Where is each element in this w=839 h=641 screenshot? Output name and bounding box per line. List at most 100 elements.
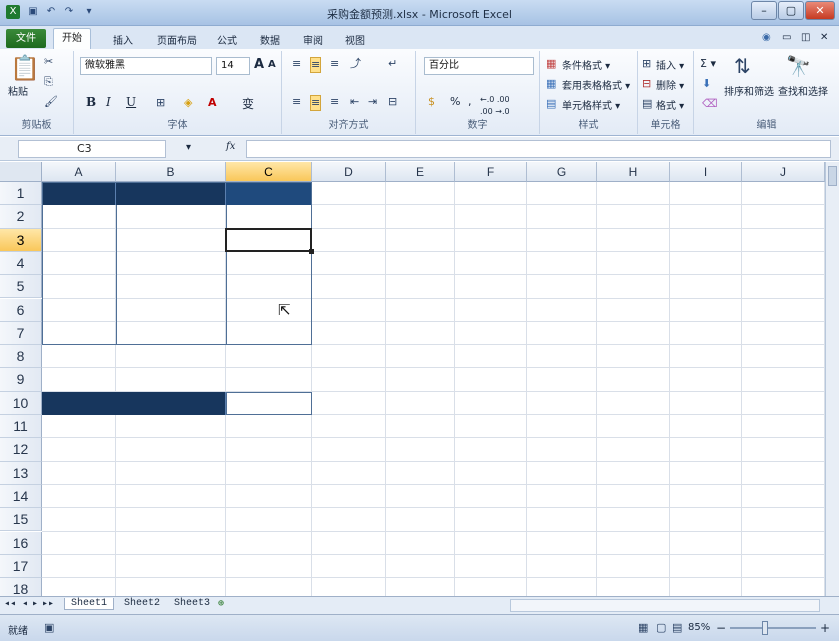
select-all-button[interactable] (0, 162, 42, 182)
first-sheet-icon[interactable]: ◂◂ (4, 598, 16, 610)
column-header-a[interactable]: A (42, 162, 116, 182)
fill-color-icon[interactable]: ◈ (184, 96, 192, 110)
zoom-level[interactable]: 85% (688, 622, 710, 633)
row-header-8[interactable]: 8 (0, 345, 42, 369)
font-size-select[interactable]: 14 (216, 57, 250, 75)
row-header-15[interactable]: 15 (0, 508, 42, 532)
row-header-4[interactable]: 4 (0, 251, 42, 276)
shrink-font-button[interactable]: A (268, 59, 276, 70)
formula-input[interactable] (246, 140, 831, 158)
tab-page-layout[interactable]: 页面布局 (157, 32, 197, 47)
ribbon-minimize-icon[interactable]: ▭ (782, 32, 791, 43)
row-header-7[interactable]: 7 (0, 321, 42, 346)
row-header-5[interactable]: 5 (0, 275, 42, 299)
fill-icon[interactable]: ⬇ (702, 77, 711, 91)
column-header-j[interactable]: J (742, 162, 825, 182)
page-layout-view-icon[interactable]: ▢ (656, 621, 666, 635)
column-header-f[interactable]: F (455, 162, 527, 182)
font-color-icon[interactable]: A (208, 96, 217, 110)
grow-font-button[interactable]: A (254, 57, 264, 72)
tab-review[interactable]: 审阅 (303, 32, 323, 47)
sort-filter-button[interactable]: 排序和筛选 (724, 83, 774, 98)
forecast-value-cell[interactable] (226, 391, 312, 415)
column-header-g[interactable]: G (527, 162, 597, 182)
decrease-indent-icon[interactable]: ⇤ (350, 95, 359, 109)
increase-decimal-button[interactable]: ←.0 .00 (480, 95, 510, 104)
align-bottom-icon[interactable]: ≡ (330, 57, 339, 71)
row-header-17[interactable]: 17 (0, 554, 42, 579)
sort-filter-icon[interactable]: ⇅ (734, 55, 751, 77)
format-cells-button[interactable]: 格式 ▾ (656, 97, 684, 112)
format-painter-icon[interactable]: 🖌 (44, 95, 58, 109)
currency-icon[interactable]: $ (428, 95, 435, 109)
row-header-10[interactable]: 10 (0, 391, 42, 415)
next-sheet-icon[interactable]: ▸ (32, 598, 38, 610)
close-button[interactable]: ✕ (805, 1, 835, 20)
font-name-select[interactable]: 微软雅黑 (80, 57, 212, 75)
macro-record-icon[interactable]: ▣ (44, 621, 54, 635)
align-middle-icon[interactable]: ≡ (310, 57, 322, 73)
find-select-button[interactable]: 查找和选择 (778, 83, 828, 98)
help-icon[interactable]: ◉ (762, 32, 771, 43)
copy-icon[interactable]: ⎘ (44, 75, 53, 89)
zoom-out-button[interactable]: − (716, 621, 726, 635)
cell-styles-button[interactable]: 单元格样式 ▾ (562, 97, 620, 112)
zoom-slider-thumb[interactable] (762, 621, 768, 635)
column-header-b[interactable]: B (116, 162, 226, 182)
page-break-view-icon[interactable]: ▤ (672, 621, 682, 635)
percent-button[interactable]: % (450, 95, 460, 108)
wrap-text-icon[interactable]: ↵ (388, 57, 397, 71)
row-header-2[interactable]: 2 (0, 205, 42, 229)
worksheet-grid[interactable]: ABCDEFGHIJ 12345678910111213141516171819… (0, 162, 825, 596)
maximize-button[interactable]: ▢ (778, 1, 804, 20)
zoom-slider[interactable] (730, 627, 816, 629)
row-header-16[interactable]: 16 (0, 531, 42, 555)
clear-icon[interactable]: ⌫ (702, 97, 718, 111)
normal-view-icon[interactable]: ▦ (638, 621, 648, 635)
paste-icon[interactable]: 📋 (10, 55, 40, 81)
delete-cells-button[interactable]: 删除 ▾ (656, 77, 684, 92)
align-center-icon[interactable]: ≡ (310, 95, 322, 111)
increase-indent-icon[interactable]: ⇥ (368, 95, 377, 109)
vertical-scrollbar[interactable] (825, 162, 839, 596)
close-workbook-icon[interactable]: ✕ (820, 32, 828, 43)
name-box-dropdown-icon[interactable]: ▾ (186, 142, 191, 153)
row-header-11[interactable]: 11 (0, 415, 42, 439)
underline-button[interactable]: U (126, 95, 136, 109)
align-top-icon[interactable]: ≡ (292, 57, 301, 71)
tab-insert[interactable]: 插入 (113, 32, 133, 47)
align-right-icon[interactable]: ≡ (330, 95, 339, 109)
row-header-3[interactable]: 3 (0, 228, 42, 252)
row-header-13[interactable]: 13 (0, 461, 42, 485)
tab-view[interactable]: 视图 (345, 32, 365, 47)
tab-file[interactable]: 文件 (6, 29, 46, 48)
horizontal-scrollbar[interactable] (510, 599, 820, 612)
minimize-button[interactable]: – (751, 1, 777, 20)
insert-sheet-icon[interactable]: ⊕ (218, 598, 224, 610)
zoom-in-button[interactable]: + (820, 621, 830, 635)
conditional-format-button[interactable]: 条件格式 ▾ (562, 57, 610, 72)
autosum-button[interactable]: Σ ▾ (700, 57, 716, 70)
row-header-14[interactable]: 14 (0, 484, 42, 509)
scroll-thumb[interactable] (828, 166, 837, 186)
row-header-12[interactable]: 12 (0, 438, 42, 462)
sheet-tab-2[interactable]: Sheet2 (118, 598, 166, 609)
column-header-e[interactable]: E (386, 162, 455, 182)
tab-formulas[interactable]: 公式 (217, 32, 237, 47)
merge-center-icon[interactable]: ⊟ (388, 95, 397, 109)
last-sheet-icon[interactable]: ▸▸ (42, 598, 54, 610)
align-left-icon[interactable]: ≡ (292, 95, 301, 109)
italic-button[interactable]: I (106, 95, 111, 109)
table-format-button[interactable]: 套用表格格式 ▾ (562, 77, 630, 92)
prev-sheet-icon[interactable]: ◂ (22, 598, 28, 610)
sheet-tab-1[interactable]: Sheet1 (64, 598, 115, 610)
column-header-i[interactable]: I (670, 162, 742, 182)
border-icon[interactable]: ⊞ (156, 96, 165, 110)
paste-button[interactable]: 粘贴 (8, 83, 28, 98)
insert-function-icon[interactable]: fx (226, 141, 235, 152)
row-header-18[interactable]: 18 (0, 578, 42, 596)
selected-cell[interactable] (225, 227, 312, 252)
comma-button[interactable]: , (468, 95, 472, 108)
row-header-1[interactable]: 1 (0, 182, 42, 206)
column-header-c[interactable]: C (226, 162, 312, 182)
